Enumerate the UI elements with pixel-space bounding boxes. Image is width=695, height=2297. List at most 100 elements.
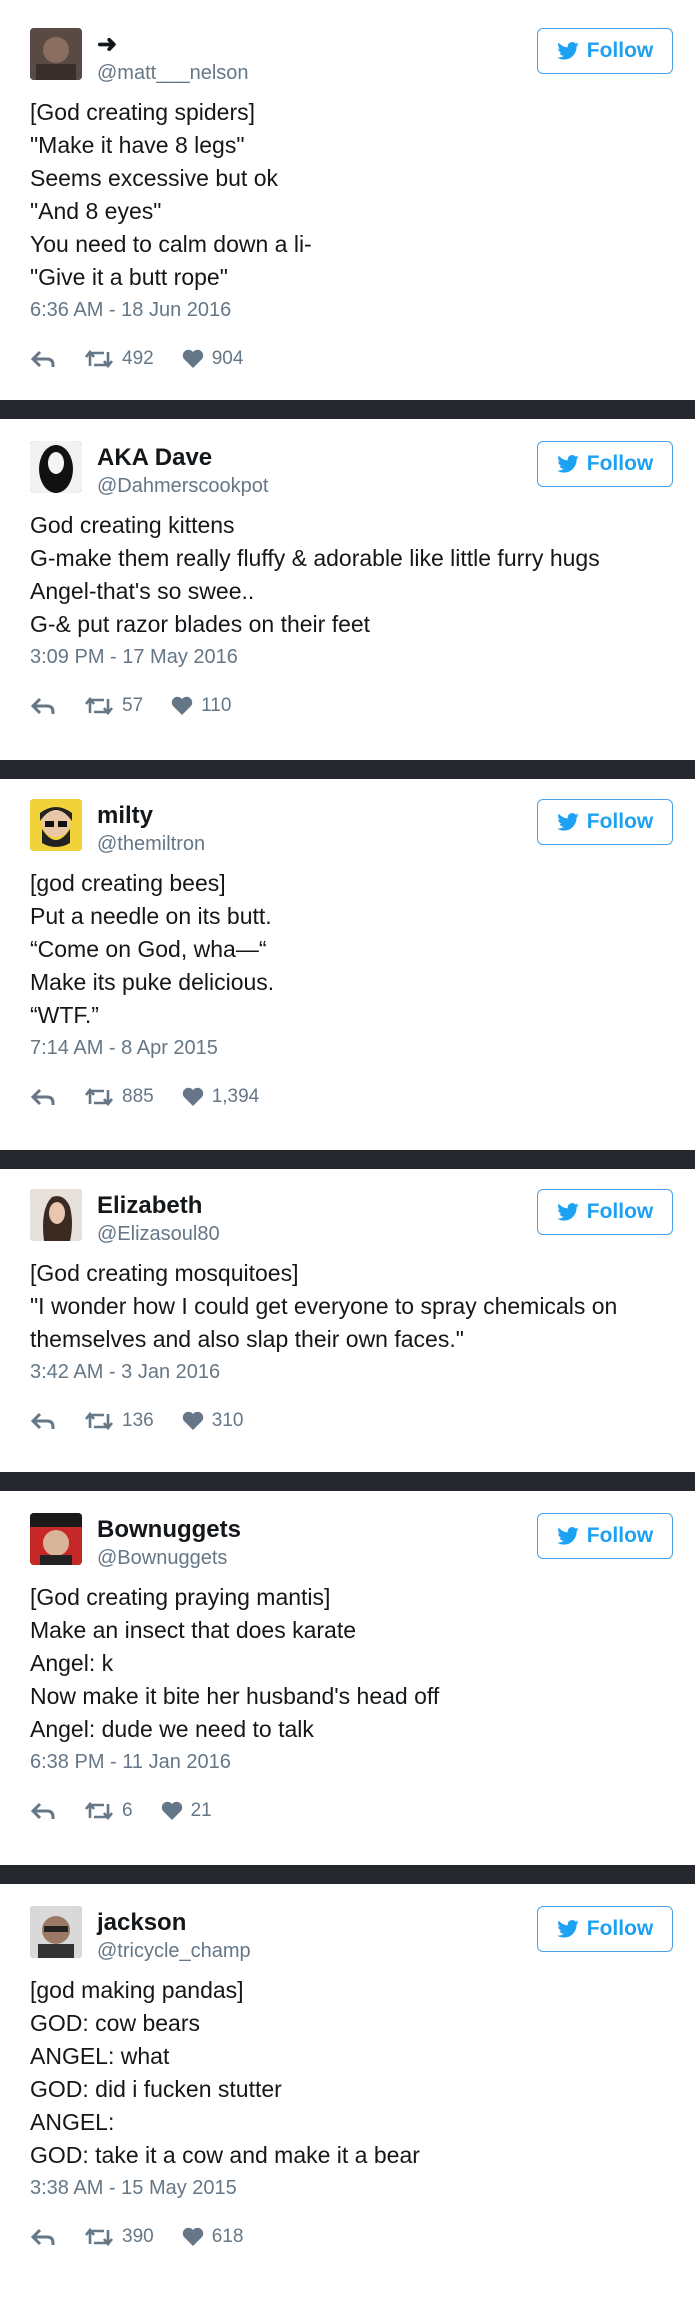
action-bar: 57 110 [30, 671, 673, 741]
follow-label: Follow [586, 1200, 654, 1223]
like-count: 904 [211, 348, 244, 369]
retweet-button[interactable]: 390 [84, 2226, 154, 2248]
tweet-separator [0, 1150, 695, 1169]
follow-label: Follow [586, 39, 654, 62]
tweet-feed: ➜ @matt___nelson Follow [God creating sp… [0, 0, 695, 2297]
tweet-card: AKA Dave @Dahmerscookpot Follow God crea… [0, 419, 695, 760]
reply-button[interactable] [30, 1801, 56, 1821]
user-handle[interactable]: @tricycle_champ [97, 1938, 251, 1964]
display-name[interactable]: milty [97, 801, 205, 831]
reply-icon [30, 2228, 55, 2246]
tweet-text: [God creating praying mantis] Make an in… [30, 1581, 673, 1746]
like-button[interactable]: 310 [182, 1410, 244, 1432]
avatar[interactable] [30, 799, 82, 851]
reply-button[interactable] [30, 2227, 56, 2247]
avatar[interactable] [30, 1513, 82, 1565]
retweet-icon [84, 1087, 114, 1107]
user-handle[interactable]: @Bownuggets [97, 1545, 241, 1571]
twitter-bird-icon [556, 813, 579, 831]
retweet-count: 57 [122, 695, 144, 716]
follow-button[interactable]: Follow [537, 1906, 673, 1952]
display-name[interactable]: jackson [97, 1908, 251, 1938]
retweet-button[interactable]: 885 [84, 1086, 154, 1108]
timestamp[interactable]: 3:42 AM - 3 Jan 2016 [30, 1358, 673, 1386]
reply-button[interactable] [30, 696, 56, 716]
tweet-text: [god making pandas] GOD: cow bears ANGEL… [30, 1974, 673, 2172]
user-handle[interactable]: @matt___nelson [97, 60, 249, 86]
follow-button[interactable]: Follow [537, 1513, 673, 1559]
retweet-count: 6 [122, 1800, 133, 1821]
reply-button[interactable] [30, 1411, 56, 1431]
action-bar: 136 310 [30, 1386, 673, 1456]
like-button[interactable]: 618 [182, 2226, 244, 2248]
like-button[interactable]: 21 [161, 1800, 212, 1822]
follow-button[interactable]: Follow [537, 28, 673, 74]
retweet-icon [84, 1801, 114, 1821]
tweet-line: Seems excessive but ok [30, 165, 279, 191]
twitter-bird-icon [556, 42, 579, 60]
retweet-button[interactable]: 136 [84, 1410, 154, 1432]
reply-icon [30, 697, 55, 715]
user-handle[interactable]: @themiltron [97, 831, 205, 857]
tweet-line: GOD: did i fucken stutter [30, 2076, 282, 2102]
user-handle[interactable]: @Dahmerscookpot [97, 473, 268, 499]
display-name[interactable]: Bownuggets [97, 1515, 241, 1545]
avatar[interactable] [30, 28, 82, 80]
follow-label: Follow [586, 810, 654, 833]
timestamp[interactable]: 3:09 PM - 17 May 2016 [30, 643, 673, 671]
retweet-button[interactable]: 492 [84, 348, 154, 370]
tweet-line: Put a needle on its butt. [30, 903, 272, 929]
tweet-line: "I wonder how I could get everyone to sp… [30, 1293, 618, 1319]
like-button[interactable]: 110 [171, 695, 231, 717]
timestamp[interactable]: 6:36 AM - 18 Jun 2016 [30, 296, 673, 324]
follow-button[interactable]: Follow [537, 799, 673, 845]
retweet-count: 136 [122, 1410, 154, 1431]
tweet-line: Now make it bite her husband's head off [30, 1683, 440, 1709]
tweet-line: You need to calm down a li- [30, 231, 312, 257]
heart-icon [182, 1411, 203, 1430]
tweet-line: "Make it have 8 legs" [30, 132, 245, 158]
timestamp[interactable]: 7:14 AM - 8 Apr 2015 [30, 1034, 673, 1062]
twitter-bird-icon [556, 1203, 579, 1221]
timestamp[interactable]: 6:38 PM - 11 Jan 2016 [30, 1748, 673, 1776]
tweet-line: themselves and also slap their own faces… [30, 1326, 464, 1352]
user-handle[interactable]: @Elizasoul80 [97, 1221, 220, 1247]
display-name[interactable]: Elizabeth [97, 1191, 220, 1221]
avatar[interactable] [30, 1906, 82, 1958]
twitter-bird-icon [556, 455, 579, 473]
follow-button[interactable]: Follow [537, 441, 673, 487]
tweet-line: [God creating mosquitoes] [30, 1260, 299, 1286]
display-name[interactable]: AKA Dave [97, 443, 268, 473]
tweet-line: God creating kittens [30, 512, 235, 538]
display-name[interactable]: ➜ [97, 30, 249, 60]
reply-icon [30, 1412, 55, 1430]
action-bar: 6 21 [30, 1776, 673, 1846]
tweet-line: [God creating spiders] [30, 99, 256, 125]
follow-label: Follow [586, 1917, 654, 1940]
like-button[interactable]: 1,394 [182, 1086, 260, 1108]
tweet-card: ➜ @matt___nelson Follow [God creating sp… [0, 0, 695, 400]
tweet-text: God creating kittens G-make them really … [30, 509, 673, 641]
reply-button[interactable] [30, 349, 56, 369]
retweet-count: 885 [122, 1086, 154, 1107]
action-bar: 885 1,394 [30, 1062, 673, 1132]
retweet-icon [84, 1411, 114, 1431]
tweet-card: Bownuggets @Bownuggets Follow [God creat… [0, 1491, 695, 1865]
retweet-icon [84, 696, 114, 716]
follow-button[interactable]: Follow [537, 1189, 673, 1235]
heart-icon [171, 696, 193, 715]
retweet-count: 390 [122, 2226, 154, 2247]
tweet-text: [God creating spiders] "Make it have 8 l… [30, 96, 673, 294]
like-count: 310 [211, 1410, 244, 1431]
timestamp[interactable]: 3:38 AM - 15 May 2015 [30, 2174, 673, 2202]
retweet-button[interactable]: 57 [84, 695, 143, 717]
like-count: 618 [211, 2226, 244, 2247]
avatar[interactable] [30, 1189, 82, 1241]
like-button[interactable]: 904 [182, 348, 244, 370]
retweet-button[interactable]: 6 [84, 1800, 133, 1822]
like-count: 1,394 [211, 1086, 260, 1107]
tweet-line: [god making pandas] [30, 1977, 244, 2003]
avatar[interactable] [30, 441, 82, 493]
tweet-line: GOD: take it a cow and make it a bear [30, 2142, 420, 2168]
reply-button[interactable] [30, 1087, 56, 1107]
